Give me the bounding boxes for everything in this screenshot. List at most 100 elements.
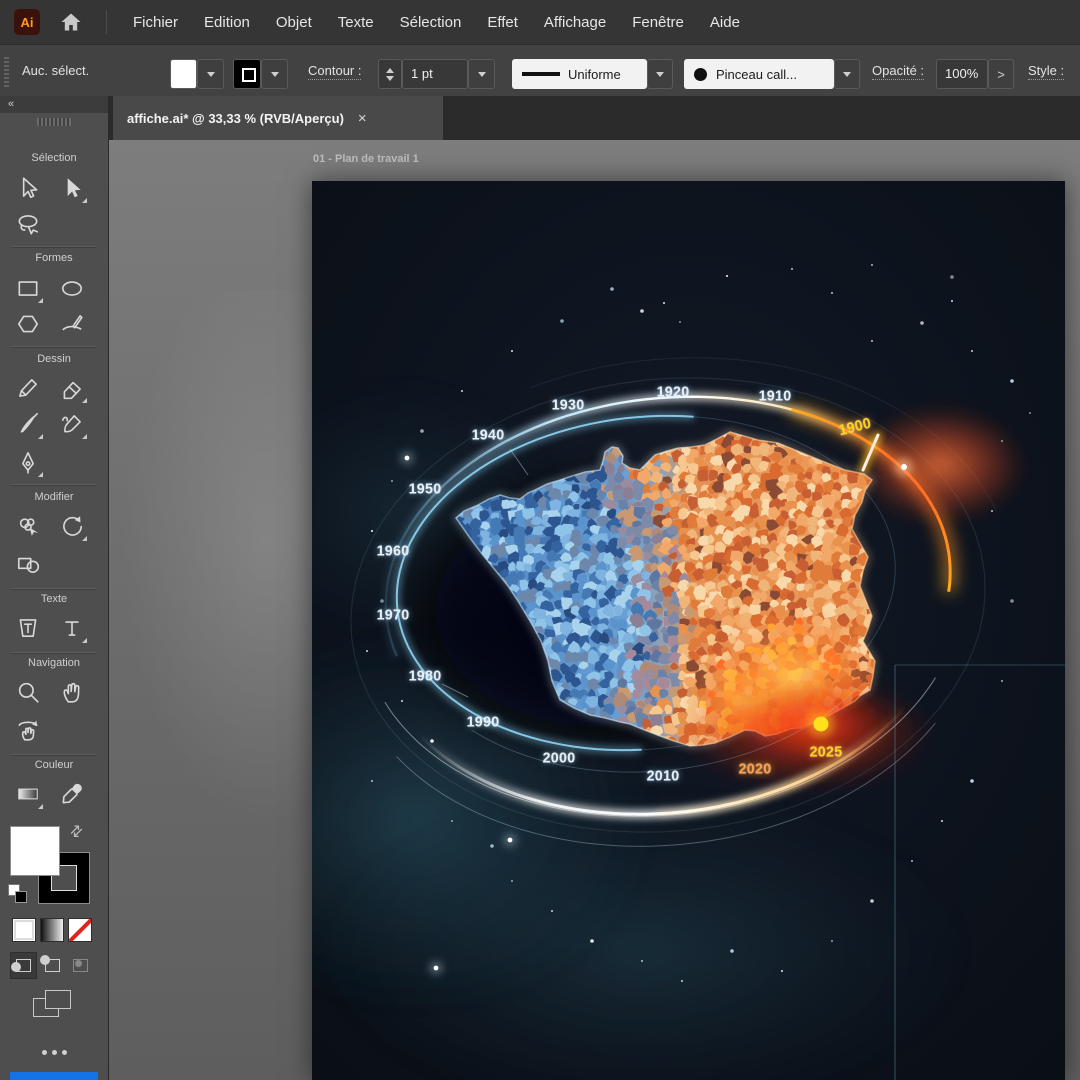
tool-ellipse[interactable] <box>56 272 88 304</box>
artboard-label[interactable]: 01 - Plan de travail 1 <box>313 153 419 165</box>
edit-toolbar-button[interactable] <box>0 1042 108 1060</box>
brush-dropdown[interactable] <box>834 59 860 89</box>
screen-mode-button[interactable] <box>33 990 75 1022</box>
tool-puppet-warp[interactable] <box>12 510 44 542</box>
control-bar: Auc. sélect. Contour : 1 pt Uniforme Pin… <box>0 44 1080 97</box>
menu-item[interactable]: Texte <box>325 14 387 31</box>
brush-preview[interactable]: Pinceau call... <box>684 59 834 89</box>
tool-touch-type[interactable] <box>12 612 44 644</box>
tool-zoom[interactable] <box>12 676 44 708</box>
stroke-width-dropdown[interactable] <box>468 59 495 89</box>
tool-pencil[interactable] <box>12 372 44 404</box>
color-type-row <box>0 918 108 944</box>
chevron-down-icon <box>656 72 664 77</box>
tool-pen[interactable] <box>12 446 44 478</box>
section-label-navigation: Navigation <box>0 657 108 669</box>
tool-rotate[interactable] <box>56 510 88 542</box>
chevron-down-icon <box>271 72 279 77</box>
pasteboard[interactable]: 01 - Plan de travail 1 <box>109 140 1080 1080</box>
illustrator-window: Ai FichierEditionObjetTexteSélectionEffe… <box>0 0 1080 1080</box>
stroke-width-field[interactable]: 1 pt <box>402 59 468 89</box>
opacity-more-button[interactable]: > <box>988 59 1014 89</box>
tool-rotate-view[interactable] <box>12 714 44 746</box>
tool-eyedropper[interactable] <box>56 778 88 810</box>
document-tab[interactable]: affiche.ai* @ 33,33 % (RVB/Aperçu) × <box>113 96 443 140</box>
tool-paintbrush[interactable] <box>12 408 44 440</box>
tab-bar: affiche.ai* @ 33,33 % (RVB/Aperçu) × <box>109 96 1080 140</box>
opacity-label[interactable]: Opacité : <box>872 63 924 80</box>
draw-behind-button[interactable] <box>39 952 66 979</box>
toolbar-cta-bar[interactable] <box>10 1072 98 1080</box>
collapse-icon: « <box>8 98 14 110</box>
toolbar-panel: « Sélection Formes Dessin Modifier Texte… <box>0 96 109 1080</box>
menu-item[interactable]: Objet <box>263 14 325 31</box>
section-label-draw: Dessin <box>0 353 108 365</box>
menu-item[interactable]: Affichage <box>531 14 619 31</box>
fill-color-swatch[interactable] <box>170 59 197 89</box>
tool-polygon[interactable] <box>12 308 44 340</box>
tool-hand[interactable] <box>56 676 88 708</box>
stroke-style-line-icon <box>522 72 560 76</box>
toolbar-divider <box>12 754 96 755</box>
fill-stroke-cluster: ⇄ <box>0 822 108 914</box>
tool-eraser[interactable] <box>56 372 88 404</box>
color-button[interactable] <box>12 918 36 942</box>
menu-item[interactable]: Effet <box>474 14 531 31</box>
stroke-style-preview[interactable]: Uniforme <box>512 59 647 89</box>
toolbar-divider <box>12 652 96 653</box>
menu-divider <box>106 10 107 34</box>
tool-selection[interactable] <box>12 172 44 204</box>
section-label-shapes: Formes <box>0 252 108 264</box>
brush-dot-icon <box>694 68 707 81</box>
tool-curvature-pen[interactable] <box>56 408 88 440</box>
stroke-color-swatch[interactable] <box>233 59 261 89</box>
default-fill-stroke-icon[interactable] <box>8 884 28 904</box>
draw-mode-row <box>0 952 108 980</box>
toolbar-collapse-button[interactable]: « <box>0 96 108 113</box>
current-year-marker <box>807 710 835 738</box>
stroke-label[interactable]: Contour : <box>308 63 361 80</box>
stepper-up-icon[interactable] <box>386 68 394 73</box>
tool-lasso[interactable] <box>12 208 44 240</box>
toolbar-divider <box>12 484 96 485</box>
toolbar-drag-handle[interactable] <box>37 118 71 126</box>
document-area: affiche.ai* @ 33,33 % (RVB/Aperçu) × 01 … <box>109 96 1080 1080</box>
menu-item[interactable]: Edition <box>191 14 263 31</box>
tool-type[interactable] <box>56 612 88 644</box>
document-tab-title: affiche.ai* @ 33,33 % (RVB/Aperçu) <box>127 111 344 126</box>
section-label-selection: Sélection <box>0 152 108 164</box>
tab-close-icon[interactable]: × <box>358 110 367 127</box>
gradient-button[interactable] <box>40 918 64 942</box>
panel-grip[interactable] <box>4 57 9 87</box>
stroke-style-dropdown[interactable] <box>647 59 673 89</box>
draw-inside-button[interactable] <box>67 952 94 979</box>
stroke-swatch-dropdown[interactable] <box>261 59 288 89</box>
menu-item[interactable]: Fichier <box>120 14 191 31</box>
fill-color-indicator[interactable] <box>10 826 60 876</box>
tool-shape-builder[interactable] <box>12 548 44 580</box>
none-button[interactable] <box>68 918 92 942</box>
toolbar-divider <box>12 346 96 347</box>
toolbar-divider <box>12 246 96 247</box>
opacity-field[interactable]: 100% <box>936 59 988 89</box>
menu-item[interactable]: Fenêtre <box>619 14 697 31</box>
app-logo-icon[interactable]: Ai <box>14 9 40 35</box>
selection-status: Auc. sélect. <box>22 63 89 78</box>
tool-rectangle[interactable] <box>12 272 44 304</box>
style-label[interactable]: Style : <box>1028 63 1064 80</box>
draw-normal-button[interactable] <box>10 952 37 979</box>
stroke-width-stepper[interactable] <box>378 59 402 89</box>
tool-shaper[interactable] <box>56 308 88 340</box>
tool-gradient[interactable] <box>12 778 44 810</box>
swap-fill-stroke-icon[interactable]: ⇄ <box>65 820 87 842</box>
home-icon[interactable] <box>58 9 84 35</box>
chevron-down-icon <box>207 72 215 77</box>
menu-item[interactable]: Sélection <box>387 14 475 31</box>
section-label-color: Couleur <box>0 759 108 771</box>
tool-direct-selection[interactable] <box>56 172 88 204</box>
menu-item[interactable]: Aide <box>697 14 753 31</box>
artboard-canvas[interactable]: 1900191019201930194019501960197019801990… <box>312 181 1065 1080</box>
chevron-down-icon <box>843 72 851 77</box>
fill-swatch-dropdown[interactable] <box>197 59 224 89</box>
stepper-down-icon[interactable] <box>386 76 394 81</box>
